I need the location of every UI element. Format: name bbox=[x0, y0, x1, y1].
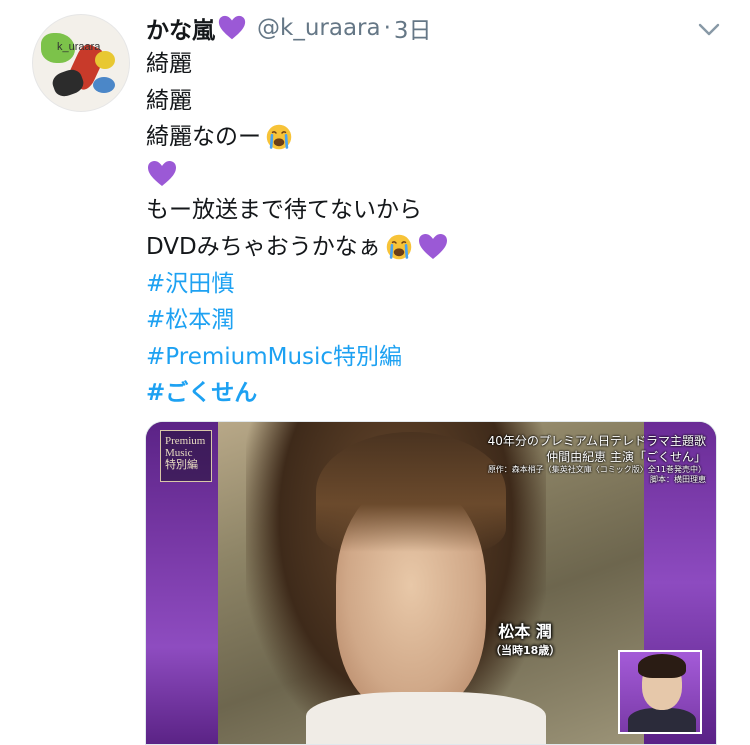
broadcast-caption: 仲間由紀恵 主演「ごくせん」 bbox=[546, 450, 706, 464]
purple-heart-icon bbox=[148, 161, 176, 187]
performer-name: 松本 潤 bbox=[498, 622, 552, 641]
text-line-content: DVDみちゃおうかなぁ bbox=[146, 233, 381, 260]
text-line: 綺麗 bbox=[146, 83, 726, 120]
purple-heart-icon bbox=[218, 15, 246, 40]
hashtag-link[interactable]: #松本潤 bbox=[146, 302, 726, 339]
tweet: k_uraara かな嵐 @k_uraara · 3日 綺麗 綺麗 綺麗なのー bbox=[0, 0, 750, 745]
broadcast-caption: 40年分のプレミアム日テレドラマ主題歌 bbox=[487, 434, 706, 448]
separator: · bbox=[383, 15, 391, 41]
text-line-content: もー放送まで待てないから bbox=[146, 197, 422, 224]
hashtag-link[interactable]: #沢田慎 bbox=[146, 266, 726, 303]
display-name[interactable]: かな嵐 bbox=[146, 11, 215, 45]
purple-heart-icon bbox=[418, 234, 447, 260]
logo-text: Premium bbox=[165, 435, 206, 447]
user-handle[interactable]: @k_uraara bbox=[257, 15, 381, 41]
image-bangs bbox=[316, 432, 506, 552]
hashtag-text[interactable]: #沢田慎 bbox=[146, 266, 234, 303]
avatar-art bbox=[93, 77, 115, 93]
chevron-down-icon[interactable] bbox=[694, 14, 724, 44]
inset-body bbox=[628, 708, 696, 732]
hashtag-text[interactable]: #松本潤 bbox=[146, 302, 234, 339]
image-shirt bbox=[306, 692, 546, 744]
inset-hair bbox=[638, 654, 686, 678]
loudly-crying-face-icon bbox=[386, 235, 412, 260]
text-line: 綺麗 bbox=[146, 46, 726, 83]
hashtag-link[interactable]: #ごくせん bbox=[146, 375, 726, 412]
hashtag-text[interactable]: #PremiumMusic特別編 bbox=[146, 339, 402, 376]
tweet-text: 綺麗 綺麗 綺麗なのー もー放送まで待てないから DVDみちゃおうかなぁ #沢田… bbox=[146, 46, 726, 412]
text-line: DVDみちゃおうかなぁ bbox=[146, 229, 726, 266]
loudly-crying-face-icon bbox=[266, 125, 292, 150]
broadcast-caption: 脚本：横田理恵 bbox=[650, 475, 706, 484]
logo-text: 特別編 bbox=[165, 459, 198, 471]
text-line-content: 綺麗 bbox=[146, 51, 192, 77]
attached-image[interactable]: Premium Music 特別編 40年分のプレミアム日テレドラマ主題歌 仲間… bbox=[145, 421, 717, 745]
avatar-art bbox=[95, 51, 115, 69]
avatar[interactable]: k_uraara bbox=[32, 14, 130, 112]
text-line-content: 綺麗 bbox=[146, 87, 192, 114]
text-line: もー放送まで待てないから bbox=[146, 192, 726, 229]
program-logo: Premium Music 特別編 bbox=[160, 430, 212, 482]
performer-name-tag: 松本 潤 （当時18歳） bbox=[490, 618, 560, 658]
tweet-header: かな嵐 @k_uraara · 3日 bbox=[146, 10, 432, 46]
logo-text: Music bbox=[165, 447, 193, 459]
text-line-content: 綺麗なのー bbox=[146, 124, 261, 151]
timestamp[interactable]: 3日 bbox=[394, 11, 432, 45]
performer-age: （当時18歳） bbox=[490, 644, 561, 657]
text-line bbox=[146, 156, 726, 193]
text-line: 綺麗なのー bbox=[146, 119, 726, 156]
avatar-text: k_uraara bbox=[57, 41, 101, 53]
hashtag-text[interactable]: #ごくせん bbox=[146, 375, 257, 412]
wipe-inset bbox=[618, 650, 702, 734]
hashtag-link[interactable]: #PremiumMusic特別編 bbox=[146, 339, 726, 376]
